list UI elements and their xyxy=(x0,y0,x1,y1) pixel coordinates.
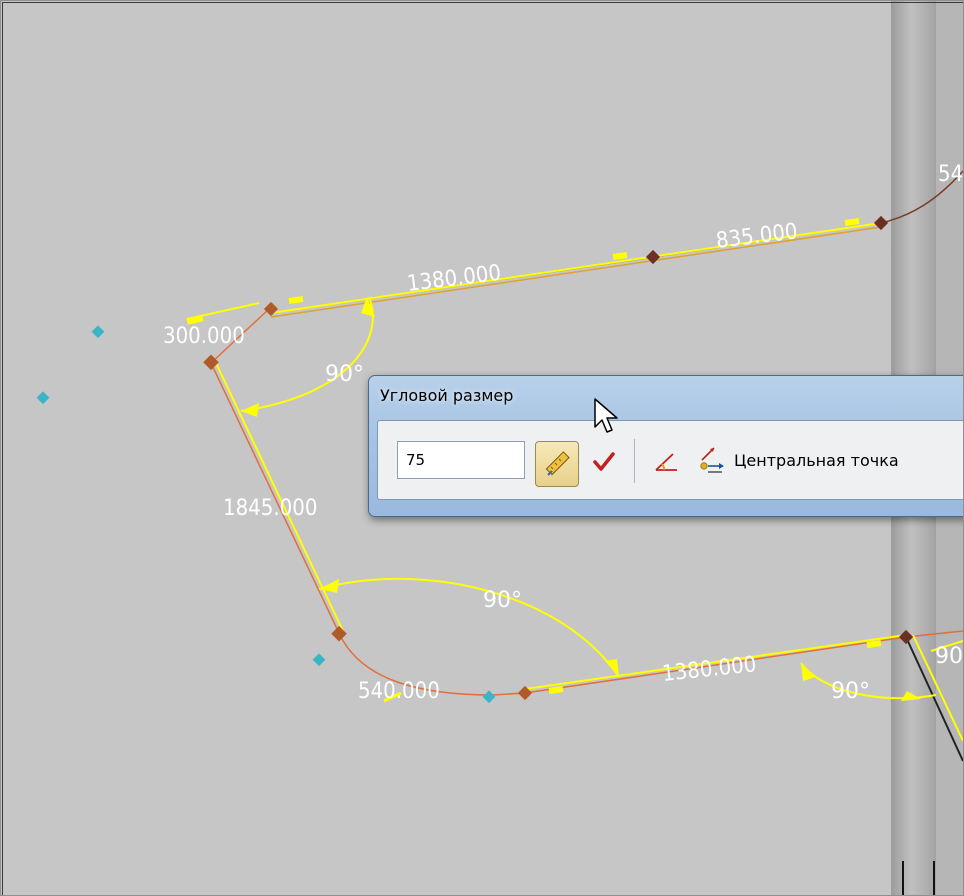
angle-type-button[interactable] xyxy=(650,447,682,477)
toolbar-separator xyxy=(634,439,635,483)
checkmark-icon xyxy=(593,452,615,471)
arrow-head xyxy=(241,403,259,417)
angle-arc-mid[interactable] xyxy=(318,577,620,678)
center-point-label: Центральная точка xyxy=(734,450,899,470)
dim-1380-bottom[interactable]: 1380.000 xyxy=(661,652,758,687)
apply-button[interactable] xyxy=(591,447,617,477)
angle-arc-top[interactable] xyxy=(240,296,374,412)
angular-dimension-dialog[interactable]: Угловой размер 75 Центральная точка xyxy=(368,375,963,517)
angle-edge[interactable]: 90 xyxy=(935,644,963,669)
dim-1845[interactable]: 1845.000 xyxy=(223,496,317,521)
angle-bottom-right[interactable]: 90° xyxy=(831,679,870,704)
angle-mid[interactable]: 90° xyxy=(483,588,522,613)
dim-1380-top[interactable]: 1380.000 xyxy=(406,261,503,297)
dim-edge-top[interactable]: 54 xyxy=(938,162,963,187)
dim-835[interactable]: 835.000 xyxy=(715,219,799,254)
measure-button[interactable] xyxy=(535,441,579,487)
center-point-button[interactable]: Центральная точка xyxy=(698,443,899,477)
arrow-head xyxy=(605,659,619,677)
dim-540[interactable]: 540.000 xyxy=(358,679,440,704)
angle-icon xyxy=(655,453,677,471)
center-point-icon xyxy=(700,447,724,473)
dialog-toolbar: Центральная точка xyxy=(377,420,963,500)
dialog-title[interactable]: Угловой размер xyxy=(380,386,513,405)
arrow-head xyxy=(801,663,815,681)
angle-value-input[interactable] xyxy=(397,441,525,479)
angle-top[interactable]: 90° xyxy=(325,362,364,387)
mouse-cursor-icon xyxy=(594,398,618,433)
dim-300[interactable]: 300.000 xyxy=(163,324,245,349)
viewport[interactable]: 300.000 1380.000 835.000 54 1845.000 540… xyxy=(0,0,964,896)
sketch-edge-top[interactable] xyxy=(270,170,963,314)
ruler-icon xyxy=(545,451,570,476)
